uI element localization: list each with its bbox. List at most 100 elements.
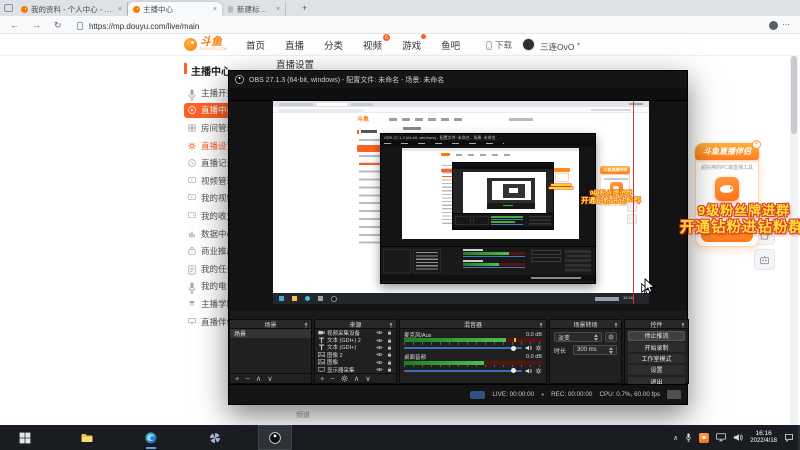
browser-tab[interactable]: 我的资料 - 个人中心 - 斗鱼 × <box>16 2 128 16</box>
tray-volume-icon[interactable] <box>733 433 743 442</box>
tray-douyu-icon[interactable] <box>699 432 710 443</box>
gear-icon[interactable] <box>535 367 542 374</box>
mixer-panel-header[interactable]: 混音器 <box>400 320 546 329</box>
window-control-button[interactable] <box>734 0 756 16</box>
remove-scene-button[interactable]: − <box>245 374 249 383</box>
obs-taskbar-button[interactable] <box>258 425 292 450</box>
add-scene-button[interactable]: + <box>235 374 239 383</box>
source-properties-icon[interactable] <box>341 375 348 382</box>
nav-item[interactable]: 游戏 <box>402 34 427 52</box>
browser-more-icon[interactable]: ⋯ <box>782 20 790 29</box>
pin-icon <box>538 322 544 328</box>
rec-dot: ● <box>541 391 545 398</box>
page-scrollbar-thumb[interactable] <box>791 56 797 134</box>
tray-display-icon[interactable] <box>716 433 727 442</box>
lock-icon[interactable] <box>386 367 393 372</box>
tab-close-icon[interactable]: × <box>213 6 217 13</box>
nav-item[interactable]: 首页 <box>246 38 265 52</box>
transition-select[interactable]: 淡变 <box>554 332 602 342</box>
browser-profile-avatar[interactable] <box>769 20 778 30</box>
controls-panel-header[interactable]: 控件 <box>625 320 688 329</box>
lock-icon[interactable] <box>386 345 393 350</box>
scene-down-button[interactable]: ∨ <box>267 374 273 383</box>
volume-meter <box>404 338 542 342</box>
nav-item[interactable]: 视频 6 <box>363 34 391 52</box>
clock[interactable]: 16:16 2022/4/18 <box>750 430 777 445</box>
tab-close-icon[interactable]: × <box>118 6 122 13</box>
promo-banner-title[interactable]: 斗鱼直播伴侣 <box>695 143 759 160</box>
remove-source-button[interactable]: − <box>330 374 334 383</box>
transition-settings-button[interactable] <box>605 332 617 342</box>
browser-tab[interactable]: 主播中心 × <box>128 2 222 16</box>
user-avatar[interactable] <box>522 38 535 51</box>
volume-slider[interactable] <box>404 345 522 351</box>
control-button[interactable]: 开始录制 <box>628 342 685 352</box>
tray-expand-icon[interactable]: ∧ <box>673 434 678 442</box>
source-down-button[interactable]: ∨ <box>365 374 371 383</box>
edge-button[interactable] <box>134 425 168 450</box>
duration-input[interactable]: 300 ms <box>573 345 617 355</box>
lock-icon[interactable] <box>386 338 393 343</box>
tab-search-icon[interactable] <box>4 4 13 12</box>
download-button[interactable]: 下载 <box>486 34 512 56</box>
tab-list: 我的资料 - 个人中心 - 斗鱼 × 主播中心 × 新建标签页 × <box>16 2 286 16</box>
speaker-icon[interactable] <box>525 345 532 351</box>
forward-icon[interactable]: → <box>32 20 41 30</box>
floating-assistant-button[interactable] <box>754 249 775 270</box>
douyu-logo[interactable]: 斗鱼 DOUYU.COM <box>184 37 227 51</box>
obs-title-bar[interactable]: OBS 27.1.3 (64-bit, windows) - 配置文件: 未命名… <box>229 71 687 88</box>
eye-icon[interactable] <box>376 367 383 372</box>
eye-icon[interactable] <box>376 352 383 357</box>
eye-icon[interactable] <box>376 345 383 350</box>
captured-obs-level2 <box>452 161 554 230</box>
site-info-icon[interactable] <box>77 22 83 30</box>
volume-slider[interactable] <box>404 368 522 373</box>
duration-label: 时长 <box>554 348 567 355</box>
eye-icon[interactable] <box>376 338 383 343</box>
nav-item[interactable]: 鱼吧 <box>441 38 460 52</box>
notification-center-icon[interactable] <box>784 433 794 442</box>
promo-close-icon[interactable]: × <box>752 140 761 149</box>
tray-date: 2022/4/18 <box>750 438 777 444</box>
scenes-panel-header[interactable]: 场景 <box>230 320 311 329</box>
obs-preview-canvas[interactable]: 斗鱼 OBS 27.1.3 (64-bit, windows) - 配置文件: … <box>273 101 649 304</box>
pin-icon <box>680 322 686 328</box>
app-button[interactable] <box>198 425 232 450</box>
control-button[interactable]: 停止推流 <box>628 331 685 341</box>
control-button[interactable]: 工作室模式 <box>628 353 685 364</box>
source-up-button[interactable]: ∧ <box>354 374 360 383</box>
scene-item[interactable]: 场景 <box>230 329 311 338</box>
display-icon <box>188 317 196 326</box>
eye-icon[interactable] <box>376 360 383 365</box>
nav-item[interactable]: 直播 <box>285 38 304 52</box>
control-button[interactable]: 设置 <box>628 365 685 375</box>
lock-icon[interactable] <box>386 352 393 357</box>
eye-icon[interactable] <box>376 330 383 335</box>
nav-item[interactable]: 分类 <box>324 38 343 52</box>
new-tab-button[interactable]: + <box>302 3 307 13</box>
username[interactable]: 三连OvO <box>540 41 574 53</box>
sources-toolbar: + − ∧ ∨ <box>315 373 396 383</box>
tray-mic-icon[interactable] <box>685 433 692 442</box>
file-explorer-button[interactable] <box>70 425 104 450</box>
chevron-down-icon[interactable]: ▾ <box>577 41 580 48</box>
window-control-button[interactable] <box>756 0 778 16</box>
transitions-panel-header[interactable]: 场景转场 <box>550 320 621 329</box>
lock-icon[interactable] <box>386 360 393 365</box>
lock-icon[interactable] <box>386 330 393 335</box>
window-control-button[interactable] <box>778 0 800 16</box>
add-source-button[interactable]: + <box>320 374 324 383</box>
scene-up-button[interactable]: ∧ <box>256 374 262 383</box>
tab-close-icon[interactable]: × <box>276 6 280 13</box>
pin-icon <box>388 322 394 328</box>
gear-icon[interactable] <box>535 345 542 351</box>
url-field[interactable]: https://mp.douyu.com/live/main <box>89 22 199 31</box>
browser-tab[interactable]: 新建标签页 × <box>222 2 286 16</box>
image-icon <box>318 351 325 358</box>
speaker-icon[interactable] <box>525 368 532 374</box>
sources-panel-header[interactable]: 来源 <box>315 320 396 329</box>
captured-obs-window: OBS 27.1.3 (64-bit, windows) - 配置文件: 未命名… <box>380 133 596 284</box>
reload-icon[interactable]: ↻ <box>54 20 62 31</box>
start-button[interactable] <box>8 425 42 450</box>
back-icon[interactable]: ← <box>10 20 19 30</box>
